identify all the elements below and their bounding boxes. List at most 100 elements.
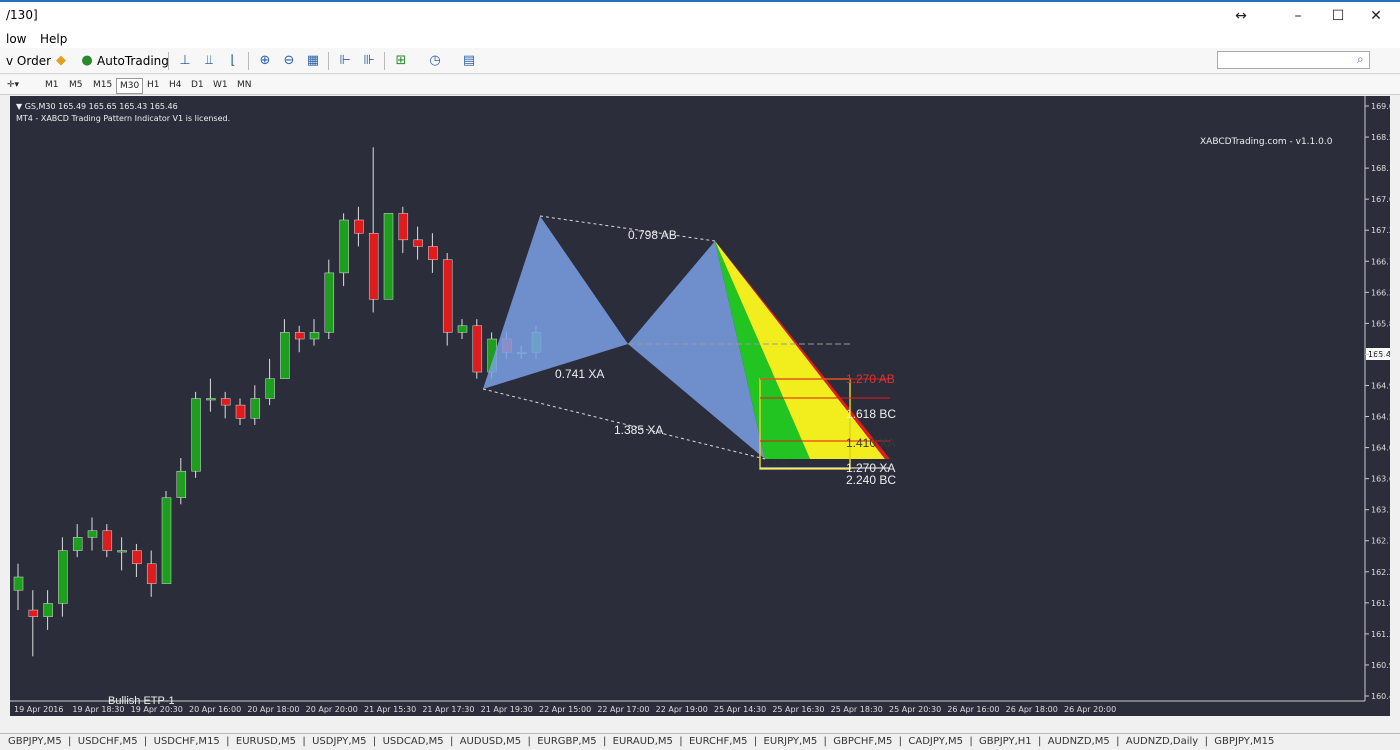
candle-body bbox=[72, 537, 83, 551]
candle-body bbox=[324, 272, 335, 333]
price-tick-label: 161.8 bbox=[1371, 599, 1390, 608]
candle-body bbox=[161, 497, 172, 584]
price-tick-label: 164.5 bbox=[1371, 413, 1390, 422]
time-tick-label: 21 Apr 15:30 bbox=[364, 705, 416, 714]
price-tick-label: 164.0 bbox=[1371, 444, 1390, 453]
fib-label-0798ab: 0.798 AB bbox=[628, 228, 677, 242]
fib-label-0741xa: 0.741 XA bbox=[555, 367, 604, 381]
candle-body bbox=[354, 219, 364, 234]
candle-body bbox=[428, 246, 438, 260]
price-tick-label: 166.3 bbox=[1371, 288, 1390, 297]
candle-body bbox=[280, 332, 290, 379]
timeframe-d1[interactable]: D1 bbox=[188, 78, 207, 92]
time-tick-label: 25 Apr 16:30 bbox=[772, 705, 824, 714]
price-tick-label: 165.8 bbox=[1371, 319, 1390, 328]
autotrading-icon: ● bbox=[81, 53, 93, 68]
chart-canvas[interactable]: ▼ GS,M30 165.49 165.65 165.43 165.46 MT4… bbox=[10, 96, 1394, 716]
autotrading-button[interactable]: AutoTrading bbox=[97, 51, 169, 71]
candle-body bbox=[191, 398, 201, 472]
line-chart-icon[interactable]: ⌊ bbox=[224, 52, 242, 70]
time-tick-label: 19 Apr 20:30 bbox=[131, 705, 183, 714]
timeframe-w1[interactable]: W1 bbox=[210, 78, 231, 92]
diamond-icon[interactable]: ◆ bbox=[52, 52, 70, 70]
time-tick-label: 21 Apr 19:30 bbox=[481, 705, 533, 714]
periods-icon[interactable]: ◷ bbox=[426, 52, 444, 70]
search-input[interactable] bbox=[1217, 51, 1370, 69]
price-tick-label: 160.9 bbox=[1371, 661, 1390, 670]
candle-body bbox=[398, 213, 409, 241]
time-tick-label: 19 Apr 2016 bbox=[14, 705, 63, 714]
tab-gbpjpy-m5[interactable]: GBPJPY,M5 | USDCHF,M5 | USDCHF,M15 | EUR… bbox=[8, 736, 1274, 747]
crosshair-icon[interactable]: ✛▾ bbox=[4, 78, 22, 92]
bar-chart-icon[interactable]: ⊥ bbox=[176, 52, 194, 70]
timeframe-m15[interactable]: M15 bbox=[90, 78, 115, 92]
menu-item-window[interactable]: low bbox=[6, 32, 27, 46]
time-tick-label: 26 Apr 16:00 bbox=[947, 705, 999, 714]
window-titlebar: /130] ↔ – ☐ ✕ bbox=[0, 0, 1400, 30]
search-icon[interactable]: ⌕ bbox=[1357, 52, 1364, 67]
timeframe-m1[interactable]: M1 bbox=[42, 78, 62, 92]
zoom-out-icon[interactable]: ⊖ bbox=[280, 52, 298, 70]
indicators-icon[interactable]: ⊞ bbox=[392, 52, 410, 70]
candle-body bbox=[87, 530, 98, 538]
timeframe-m5[interactable]: M5 bbox=[66, 78, 86, 92]
time-tick-label: 26 Apr 20:00 bbox=[1064, 705, 1116, 714]
time-tick-label: 19 Apr 18:30 bbox=[72, 705, 124, 714]
candle-body bbox=[132, 550, 142, 565]
close-button[interactable]: ✕ bbox=[1361, 5, 1391, 27]
price-tick-label: 167.6 bbox=[1371, 195, 1390, 204]
time-tick-label: 20 Apr 18:00 bbox=[247, 705, 299, 714]
price-tick-label: 168.5 bbox=[1371, 133, 1390, 142]
timeframe-h4[interactable]: H4 bbox=[166, 78, 185, 92]
chart-header-symbol: ▼ GS,M30 165.49 165.65 165.43 165.46 bbox=[16, 102, 178, 111]
candle-body bbox=[339, 219, 349, 274]
fib-label-1385xa: 1.385 XA bbox=[614, 423, 663, 437]
candle-body bbox=[413, 239, 423, 247]
main-toolbar: v Order ◆ ● AutoTrading ⊥ ⫫ ⌊ ⊕ ⊖ ▦ ⊩ ⊪ … bbox=[0, 48, 1400, 74]
restore-icon[interactable]: ↔ bbox=[1226, 5, 1256, 27]
price-tick-label: 169.0 bbox=[1371, 102, 1390, 111]
candle-body bbox=[442, 259, 453, 333]
price-tick-label: 163.1 bbox=[1371, 506, 1390, 515]
time-tick-label: 20 Apr 16:00 bbox=[189, 705, 241, 714]
price-tick-label: 161.3 bbox=[1371, 630, 1390, 639]
candle-body bbox=[457, 325, 468, 333]
new-order-button[interactable]: v Order bbox=[6, 51, 51, 71]
candle-body bbox=[472, 325, 483, 373]
candle-body bbox=[250, 398, 261, 419]
candle-body bbox=[206, 398, 216, 401]
candle-body bbox=[58, 550, 68, 604]
candle-body bbox=[146, 563, 157, 584]
timeframe-mn[interactable]: MN bbox=[234, 78, 255, 92]
autoscroll-icon[interactable]: ⊪ bbox=[360, 52, 378, 70]
candle-chart-icon[interactable]: ⫫ bbox=[200, 52, 218, 70]
price-tick-label: 166.7 bbox=[1371, 257, 1390, 266]
price-tick-label: 165.4 bbox=[1371, 350, 1390, 359]
templates-icon[interactable]: ▤ bbox=[460, 52, 478, 70]
window-title: /130] bbox=[6, 8, 38, 22]
candle-body bbox=[294, 332, 305, 340]
tile-windows-icon[interactable]: ▦ bbox=[304, 52, 322, 70]
price-tick-label: 160.4 bbox=[1371, 692, 1390, 701]
menu-bar: low Help bbox=[0, 30, 1400, 48]
candle-body bbox=[117, 550, 127, 553]
candle-body bbox=[43, 603, 53, 617]
chart-shift-icon[interactable]: ⊩ bbox=[336, 52, 354, 70]
candle-body bbox=[220, 398, 231, 406]
time-tick-label: 25 Apr 20:30 bbox=[889, 705, 941, 714]
timeframe-m30[interactable]: M30 bbox=[116, 78, 144, 94]
timeframe-h1[interactable]: H1 bbox=[144, 78, 163, 92]
price-tick-label: 168.1 bbox=[1371, 164, 1390, 173]
minimize-button[interactable]: – bbox=[1283, 5, 1313, 27]
fib-label-1130: 1.130 bbox=[765, 459, 788, 468]
zoom-in-icon[interactable]: ⊕ bbox=[256, 52, 274, 70]
time-tick-label: 22 Apr 15:00 bbox=[539, 705, 591, 714]
candle-body bbox=[13, 576, 24, 591]
menu-item-help[interactable]: Help bbox=[40, 32, 67, 46]
candle-body bbox=[309, 332, 320, 340]
price-tick-label: 163.6 bbox=[1371, 475, 1390, 484]
price-chart[interactable]: ▼ GS,M30 165.49 165.65 165.43 165.46 MT4… bbox=[10, 96, 1394, 716]
maximize-button[interactable]: ☐ bbox=[1323, 5, 1353, 27]
candle-body bbox=[368, 232, 379, 300]
time-tick-label: 20 Apr 20:00 bbox=[306, 705, 358, 714]
